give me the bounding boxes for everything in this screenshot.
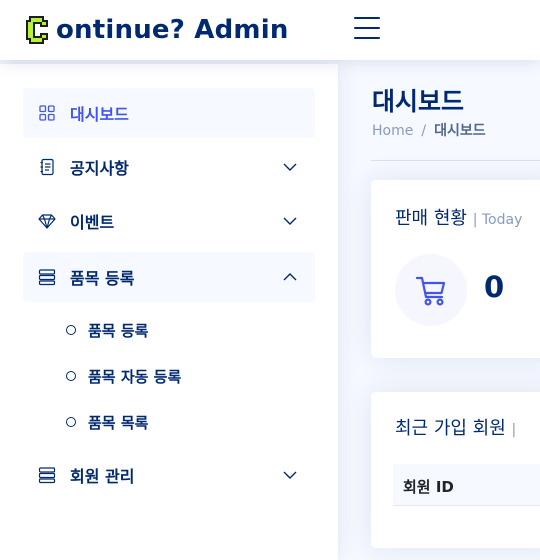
sidebar-item-events[interactable]: 이벤트 xyxy=(23,196,315,246)
subitem-label: 품목 자동 등록 xyxy=(88,367,182,386)
sidebar-item-label: 이벤트 xyxy=(70,213,115,232)
layout-icon xyxy=(38,269,56,286)
column-header-member-id: 회원 ID xyxy=(403,478,454,496)
divider xyxy=(371,160,540,161)
sidebar-item-label: 회원 관리 xyxy=(70,467,135,486)
gem-icon xyxy=(38,214,56,229)
chevron-up-icon xyxy=(283,273,297,281)
cart-icon xyxy=(395,254,467,326)
top-header: ontinue? Admin xyxy=(0,0,540,60)
journal-icon xyxy=(40,158,54,176)
subitem-label: 품목 등록 xyxy=(88,321,149,340)
sales-value: 0 xyxy=(484,270,505,304)
sidebar-subitem-product-register[interactable]: 품목 등록 xyxy=(66,318,148,342)
sales-card-filter: | Today xyxy=(472,212,523,228)
main-content: 대시보드 Home / 대시보드 판매 현황 | Today 0 최근 가입 회원 … xyxy=(338,60,540,560)
sales-card: 판매 현황 | Today 0 xyxy=(371,180,540,358)
table-header: 회원 ID xyxy=(393,464,540,506)
circle-icon xyxy=(66,417,76,427)
page-title: 대시보드 xyxy=(372,87,465,116)
chevron-down-icon xyxy=(283,217,297,225)
recent-members-card: 최근 가입 회원 | 회원 ID xyxy=(371,392,540,548)
members-card-filter: | xyxy=(511,422,517,438)
chevron-down-icon xyxy=(283,163,297,171)
circle-icon xyxy=(66,325,76,335)
breadcrumb-separator: / xyxy=(421,123,427,139)
sidebar-subitem-product-list[interactable]: 품목 목록 xyxy=(66,410,148,434)
logo[interactable]: ontinue? Admin xyxy=(26,15,289,45)
card-title: 판매 현황 | Today xyxy=(395,204,522,230)
sidebar-item-members[interactable]: 회원 관리 xyxy=(23,450,315,500)
logo-c-icon xyxy=(26,16,48,44)
sidebar-item-notices[interactable]: 공지사항 xyxy=(23,142,315,192)
breadcrumb-home[interactable]: Home xyxy=(372,123,413,139)
sidebar-item-label: 품목 등록 xyxy=(70,269,135,288)
logo-text: ontinue? Admin xyxy=(56,15,289,45)
sidebar-item-product-register[interactable]: 품목 등록 xyxy=(23,252,315,302)
sidebar: 대시보드 공지사항 이벤트 품목 등록 품목 등록 품목 자동 등록 품목 목록… xyxy=(0,64,338,560)
sales-card-title: 판매 현황 xyxy=(395,208,467,229)
menu-toggle-icon[interactable] xyxy=(354,17,380,41)
circle-icon xyxy=(66,371,76,381)
members-card-title: 최근 가입 회원 xyxy=(395,418,506,439)
sidebar-item-label: 공지사항 xyxy=(70,159,129,178)
subitem-label: 품목 목록 xyxy=(88,413,149,432)
card-title: 최근 가입 회원 | xyxy=(395,414,516,440)
grid-icon xyxy=(39,105,55,121)
chevron-down-icon xyxy=(283,471,297,479)
breadcrumb: Home / 대시보드 xyxy=(372,120,486,140)
sidebar-item-label: 대시보드 xyxy=(70,105,129,124)
sidebar-item-dashboard[interactable]: 대시보드 xyxy=(23,88,315,138)
layout-icon xyxy=(38,467,56,484)
sidebar-subitem-product-auto-register[interactable]: 품목 자동 등록 xyxy=(66,364,181,388)
breadcrumb-current: 대시보드 xyxy=(434,123,486,139)
